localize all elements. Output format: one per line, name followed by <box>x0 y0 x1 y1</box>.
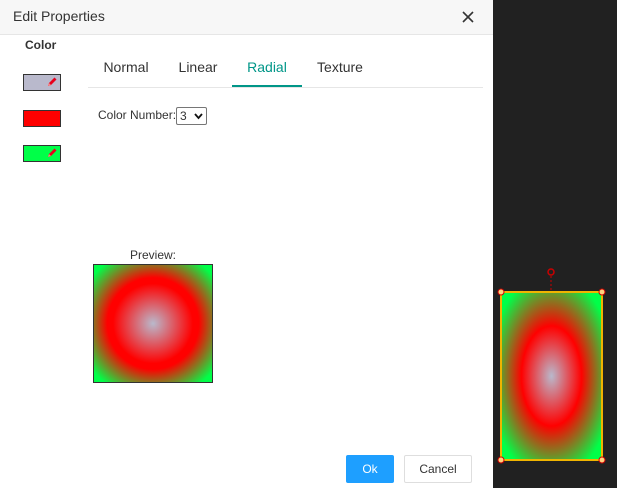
gradient-preview <box>93 264 213 383</box>
color-number-label: Color Number: <box>98 108 177 122</box>
ok-button[interactable]: Ok <box>346 455 394 483</box>
resize-handle-bottom-right[interactable] <box>598 456 606 464</box>
dialog-title: Edit Properties <box>13 8 105 24</box>
tab-radial[interactable]: Radial <box>232 50 302 87</box>
dialog-titlebar: Edit Properties <box>0 0 493 35</box>
tab-linear[interactable]: Linear <box>164 50 232 87</box>
chevron-down-icon <box>194 113 203 120</box>
color-swatch-3[interactable] <box>23 145 61 162</box>
cancel-button[interactable]: Cancel <box>404 455 472 483</box>
drawing-canvas[interactable] <box>493 0 617 488</box>
color-swatch-1[interactable] <box>23 74 61 91</box>
gradient-tabs: Normal Linear Radial Texture <box>88 50 483 88</box>
pencil-icon[interactable] <box>46 76 58 88</box>
close-icon[interactable] <box>459 8 477 26</box>
color-number-select[interactable]: 3 <box>176 107 207 125</box>
pencil-icon[interactable] <box>46 147 58 159</box>
edit-properties-dialog: Edit Properties Color Normal Linear Radi… <box>0 0 493 488</box>
resize-handle-bottom-left[interactable] <box>497 456 505 464</box>
color-swatch-2[interactable] <box>23 110 61 127</box>
tab-normal[interactable]: Normal <box>88 50 164 87</box>
preview-label: Preview: <box>129 248 176 262</box>
color-number-value: 3 <box>180 109 187 123</box>
resize-handle-top-right[interactable] <box>598 288 606 296</box>
resize-handle-top-left[interactable] <box>497 288 505 296</box>
selected-shape[interactable] <box>493 0 617 488</box>
active-tab-indicator <box>232 85 302 87</box>
gradient-rectangle[interactable] <box>501 292 602 460</box>
tab-texture[interactable]: Texture <box>302 50 378 87</box>
rotate-handle[interactable] <box>547 268 555 276</box>
color-heading: Color <box>25 38 57 52</box>
